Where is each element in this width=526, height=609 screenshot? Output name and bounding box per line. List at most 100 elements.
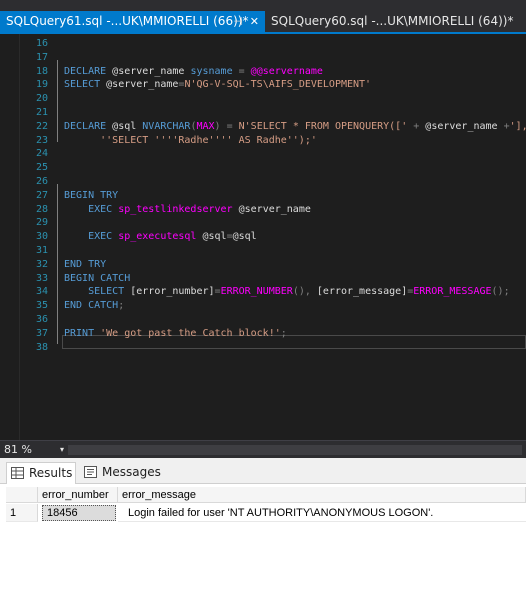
- code-token: @sql: [232, 231, 257, 243]
- code-token: EXEC: [64, 203, 119, 215]
- tab-sqlquery60[interactable]: SQLQuery60.sql -...UK\MMIORELLI (64))*: [265, 11, 526, 32]
- line-number: 22: [35, 120, 48, 132]
- line-number: 32: [35, 258, 48, 270]
- code-text: ''SELECT ''''Radhe'''' AS Radhe'');': [64, 134, 317, 148]
- line-number: 31: [35, 245, 48, 256]
- document-tab-strip: SQLQuery61.sql -...UK\MMIORELLI (66))* ⊣…: [0, 0, 526, 32]
- code-line[interactable]: 37 PRINT 'We got past the Catch block!';: [0, 327, 526, 341]
- code-line[interactable]: 29: [0, 216, 526, 230]
- close-icon[interactable]: ✕: [250, 11, 259, 32]
- row-number[interactable]: 1: [6, 504, 38, 522]
- code-line[interactable]: 23 ''SELECT ''''Radhe'''' AS Radhe'');': [0, 134, 526, 148]
- code-token: SELECT: [64, 286, 131, 298]
- code-line[interactable]: 28 EXEC sp_testlinkedserver @server_name: [0, 203, 526, 217]
- code-line[interactable]: 20: [0, 92, 526, 106]
- code-line[interactable]: 35 END CATCH;: [0, 299, 526, 313]
- code-line[interactable]: 21: [0, 106, 526, 120]
- code-token: =: [238, 65, 251, 77]
- code-token: NVARCHAR: [142, 120, 191, 132]
- code-token: ;: [118, 300, 125, 312]
- code-token: 'We got past the Catch block!': [100, 327, 281, 339]
- cell-error-message[interactable]: Login failed for user 'NT AUTHORITY\ANON…: [118, 504, 526, 522]
- tab-sqlquery61[interactable]: SQLQuery61.sql -...UK\MMIORELLI (66))* ⊣…: [0, 11, 265, 32]
- column-header-error-message[interactable]: error_message: [118, 487, 526, 503]
- code-text: PRINT 'We got past the Catch block!';: [64, 327, 287, 341]
- zoom-dropdown[interactable]: 81 % ▾: [4, 443, 64, 457]
- line-number: 36: [35, 314, 48, 325]
- column-header-error-number[interactable]: error_number: [38, 487, 118, 503]
- code-token: @@servername: [250, 65, 323, 77]
- code-token: EXEC: [64, 231, 119, 243]
- query-editor[interactable]: 16 17 18 DECLARE @server_name sysname = @@s…: [0, 34, 526, 440]
- tab-messages[interactable]: Messages: [80, 462, 161, 484]
- code-token: +: [413, 120, 426, 132]
- code-token: PRINT: [64, 327, 101, 339]
- line-number: 33: [35, 272, 48, 284]
- code-token: @server_name: [238, 203, 311, 215]
- line-number: 28: [35, 203, 48, 215]
- tab-label: SQLQuery61.sql -...UK\MMIORELLI (66))*: [6, 14, 249, 28]
- code-line[interactable]: 17: [0, 51, 526, 65]
- pin-icon[interactable]: ⊣: [233, 11, 243, 32]
- code-token: MAX: [196, 120, 215, 132]
- line-number: 35: [35, 300, 48, 312]
- code-line[interactable]: 34 SELECT [error_number]=ERROR_NUMBER(),…: [0, 285, 526, 299]
- code-token: N'QG-V-SQL-TS\AIFS_DEVELOPMENT': [184, 79, 372, 91]
- grid-icon: [11, 467, 24, 479]
- code-line[interactable]: 27 BEGIN TRY: [0, 189, 526, 203]
- code-token: ();: [491, 286, 510, 298]
- code-token: sp_testlinkedserver: [118, 203, 239, 215]
- code-token: ;: [280, 327, 287, 339]
- results-pane: Results Messages error_number error_mess…: [0, 458, 526, 609]
- horizontal-scrollbar[interactable]: [68, 445, 522, 455]
- code-text: BEGIN CATCH: [64, 272, 130, 286]
- tab-label: Results: [29, 466, 73, 480]
- code-token: DECLARE: [64, 120, 113, 132]
- results-grid[interactable]: error_number error_message 1 18456 Login…: [6, 485, 526, 609]
- code-line[interactable]: 18 DECLARE @server_name sysname = @@serve…: [0, 65, 526, 79]
- code-text: END CATCH;: [64, 299, 124, 313]
- code-token: (),: [292, 286, 317, 298]
- code-line[interactable]: 24: [0, 147, 526, 161]
- line-number: 34: [35, 286, 48, 298]
- tab-results[interactable]: Results: [6, 462, 76, 484]
- code-line[interactable]: 31: [0, 244, 526, 258]
- code-token: [error_message]: [316, 286, 408, 298]
- code-text: SELECT @server_name=N'QG-V-SQL-TS\AIFS_D…: [64, 78, 371, 92]
- code-line[interactable]: 19 SELECT @server_name=N'QG-V-SQL-TS\AIFS…: [0, 78, 526, 92]
- zoom-value: 81 %: [4, 443, 32, 456]
- row-number-header[interactable]: [6, 487, 38, 503]
- line-number: 20: [35, 93, 48, 105]
- code-token: @server_name: [106, 79, 179, 91]
- line-number: 26: [35, 176, 48, 187]
- code-line[interactable]: 33 BEGIN CATCH: [0, 272, 526, 286]
- line-number: 24: [35, 148, 48, 160]
- code-token: @server_name: [425, 120, 504, 132]
- code-token: @server_name: [112, 65, 191, 77]
- line-number: 37: [35, 327, 48, 339]
- code-line[interactable]: 32 END TRY: [0, 258, 526, 272]
- code-line[interactable]: 25: [0, 161, 526, 175]
- code-line[interactable]: 16: [0, 37, 526, 51]
- code-token: ) =: [214, 120, 239, 132]
- code-token: N'SELECT * FROM OPENQUERY([': [238, 120, 414, 132]
- line-number: 38: [35, 341, 48, 353]
- code-line[interactable]: 36: [0, 313, 526, 327]
- code-line[interactable]: 38: [0, 341, 526, 355]
- code-text: SELECT [error_number]=ERROR_NUMBER(), [e…: [64, 285, 510, 299]
- code-token: DECLARE: [64, 65, 113, 77]
- line-number: 18: [35, 65, 48, 77]
- line-number: 23: [35, 134, 48, 146]
- code-token: sysname: [190, 65, 239, 77]
- code-text: DECLARE @server_name sysname = @@servern…: [64, 65, 323, 79]
- code-token: @sql: [112, 120, 143, 132]
- code-token: sp_executesql: [118, 231, 203, 243]
- tab-label: Messages: [102, 465, 161, 479]
- code-line[interactable]: 30 EXEC sp_executesql @sql=@sql: [0, 230, 526, 244]
- code-line[interactable]: 26: [0, 175, 526, 189]
- line-number: 25: [35, 162, 48, 174]
- code-line[interactable]: 22 DECLARE @sql NVARCHAR(MAX) = N'SELECT …: [0, 120, 526, 134]
- line-number: 19: [35, 79, 48, 91]
- line-number: 30: [35, 231, 48, 243]
- cell-error-number[interactable]: 18456: [42, 505, 116, 521]
